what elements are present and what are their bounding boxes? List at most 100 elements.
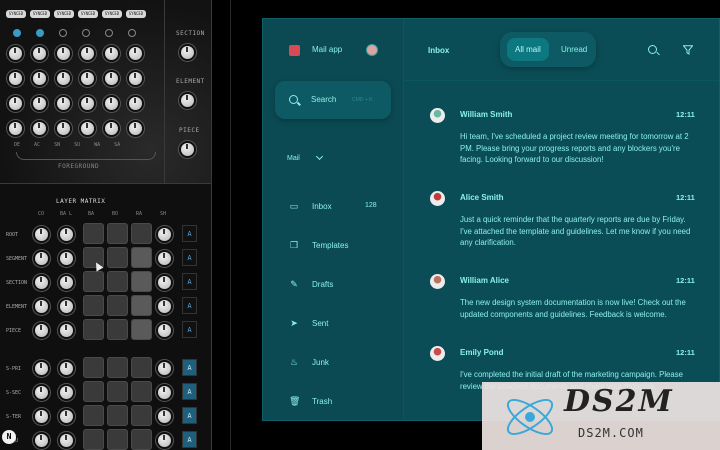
user-avatar[interactable] (366, 44, 378, 56)
matrix-knob[interactable] (158, 228, 171, 241)
search-button[interactable]: Search CMD + K (275, 81, 391, 119)
matrix-pad[interactable] (83, 319, 104, 340)
matrix-pad[interactable] (107, 405, 128, 426)
matrix-pad[interactable] (131, 295, 152, 316)
sync-button[interactable]: SYNCED (126, 10, 146, 18)
matrix-knob[interactable] (35, 300, 48, 313)
knob[interactable] (81, 72, 94, 85)
knob[interactable] (33, 47, 46, 60)
matrix-pad[interactable] (107, 319, 128, 340)
search-icon[interactable] (648, 45, 657, 54)
knob[interactable] (33, 97, 46, 110)
sync-button[interactable]: SYNCED (78, 10, 98, 18)
matrix-knob[interactable] (35, 252, 48, 265)
matrix-knob[interactable] (60, 252, 73, 265)
knob[interactable] (57, 97, 70, 110)
matrix-knob[interactable] (158, 410, 171, 423)
sync-button[interactable]: SYNCED (30, 10, 50, 18)
knob[interactable] (105, 72, 118, 85)
matrix-pad[interactable] (131, 223, 152, 244)
matrix-pad[interactable] (83, 357, 104, 378)
matrix-knob[interactable] (60, 386, 73, 399)
layer-select-button[interactable]: A (182, 359, 197, 376)
knob[interactable] (105, 122, 118, 135)
message-item[interactable]: Alice Smith 12:11 Just a quick reminder th… (405, 186, 719, 266)
matrix-pad[interactable] (131, 429, 152, 450)
layer-select-button[interactable]: A (182, 297, 197, 314)
matrix-pad[interactable] (131, 271, 152, 292)
knob[interactable] (57, 122, 70, 135)
led-indicator[interactable] (13, 29, 21, 37)
matrix-knob[interactable] (158, 252, 171, 265)
matrix-pad[interactable] (107, 271, 128, 292)
matrix-knob[interactable] (35, 324, 48, 337)
section-knob[interactable] (181, 46, 194, 59)
matrix-knob[interactable] (60, 228, 73, 241)
message-item[interactable]: William Smith 12:11 Hi team, I've schedule… (405, 103, 719, 183)
layer-select-button[interactable]: A (182, 321, 197, 338)
filter-all-mail[interactable]: All mail (507, 38, 549, 61)
matrix-knob[interactable] (35, 410, 48, 423)
knob[interactable] (105, 47, 118, 60)
matrix-pad[interactable] (107, 381, 128, 402)
matrix-pad[interactable] (131, 381, 152, 402)
filter-unread[interactable]: Unread (553, 38, 595, 61)
layer-select-button[interactable]: A (182, 273, 197, 290)
matrix-pad[interactable] (83, 429, 104, 450)
filter-icon[interactable] (683, 45, 693, 55)
matrix-knob[interactable] (60, 324, 73, 337)
sync-button[interactable]: SYNCED (54, 10, 74, 18)
knob[interactable] (81, 97, 94, 110)
knob[interactable] (9, 47, 22, 60)
sidebar-item-templates[interactable]: ❐ Templates (263, 236, 403, 256)
chevron-down-icon[interactable] (315, 152, 324, 161)
sidebar-item-trash[interactable]: 🗑 Trash (263, 392, 403, 412)
matrix-knob[interactable] (35, 276, 48, 289)
matrix-knob[interactable] (158, 324, 171, 337)
sync-button[interactable]: SYNCED (6, 10, 26, 18)
matrix-knob[interactable] (60, 434, 73, 447)
knob[interactable] (129, 122, 142, 135)
sidebar-item-drafts[interactable]: ✎ Drafts (263, 275, 403, 295)
layer-select-button[interactable]: A (182, 407, 197, 424)
knob[interactable] (9, 122, 22, 135)
knob[interactable] (9, 72, 22, 85)
matrix-pad[interactable] (107, 247, 128, 268)
matrix-pad[interactable] (131, 405, 152, 426)
matrix-pad[interactable] (131, 357, 152, 378)
element-knob[interactable] (181, 94, 194, 107)
matrix-knob[interactable] (35, 228, 48, 241)
matrix-pad[interactable] (83, 381, 104, 402)
knob[interactable] (81, 47, 94, 60)
matrix-knob[interactable] (35, 386, 48, 399)
matrix-pad[interactable] (83, 223, 104, 244)
matrix-knob[interactable] (60, 276, 73, 289)
matrix-knob[interactable] (60, 300, 73, 313)
knob[interactable] (33, 122, 46, 135)
matrix-knob[interactable] (158, 362, 171, 375)
sidebar-item-sent[interactable]: ➤ Sent (263, 314, 403, 334)
knob[interactable] (9, 97, 22, 110)
layer-select-button[interactable]: A (182, 249, 197, 266)
sync-button[interactable]: SYNCED (102, 10, 122, 18)
knob[interactable] (129, 97, 142, 110)
led-indicator[interactable] (36, 29, 44, 37)
knob[interactable] (105, 97, 118, 110)
sidebar-item-junk[interactable]: ♨ Junk (263, 353, 403, 373)
mail-section-toggle[interactable]: Mail (287, 155, 300, 162)
layer-select-button[interactable]: A (182, 383, 197, 400)
matrix-knob[interactable] (158, 300, 171, 313)
message-item[interactable]: William Alice 12:11 The new design system … (405, 269, 719, 349)
led-indicator[interactable] (82, 29, 90, 37)
n-badge[interactable]: N (2, 430, 16, 444)
knob[interactable] (129, 72, 142, 85)
matrix-knob[interactable] (60, 362, 73, 375)
matrix-pad[interactable] (107, 429, 128, 450)
matrix-knob[interactable] (35, 434, 48, 447)
matrix-knob[interactable] (158, 434, 171, 447)
matrix-pad[interactable] (83, 295, 104, 316)
knob[interactable] (129, 47, 142, 60)
sidebar-item-inbox[interactable]: ▭ Inbox 128 (263, 197, 403, 217)
layer-select-button[interactable]: A (182, 431, 197, 448)
knob[interactable] (33, 72, 46, 85)
